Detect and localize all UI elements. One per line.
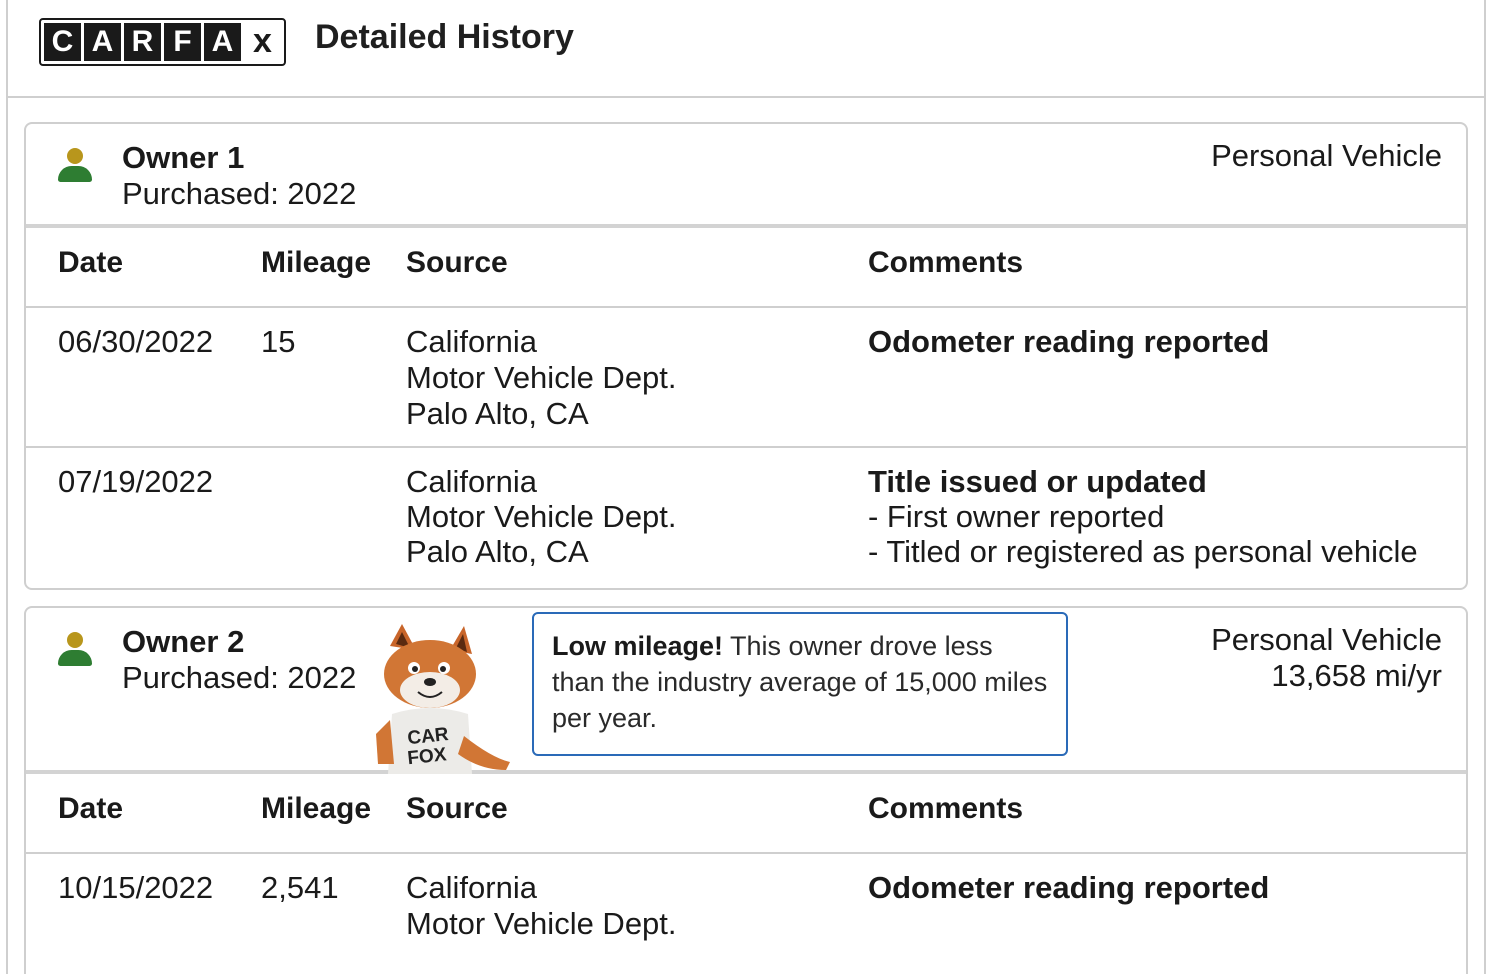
table-row: 07/19/2022 California Motor Vehicle Dept… [26,448,1466,586]
logo-letter: C [44,23,81,61]
col-comments: Comments [868,246,1024,279]
carfox-mascot-icon: CAR FOX [376,624,510,774]
row-mileage: 15 [261,324,296,359]
owner-card-2: Owner 2 Purchased: 2022 CAR FOX Low mile… [24,606,1468,974]
owner-card-1: Owner 1 Purchased: 2022 Personal Vehicle… [24,122,1468,590]
vehicle-type: Personal Vehicle [1211,138,1442,173]
carfax-logo[interactable]: C A R F A x [39,18,286,66]
miles-per-year: 13,658 mi/yr [1271,658,1442,693]
col-source: Source [406,246,508,279]
row-date: 10/15/2022 [58,870,214,905]
row-comments: Odometer reading reported [868,870,1270,905]
row-date: 07/19/2022 [58,464,214,499]
logo-letter: R [124,23,161,61]
table-row: 06/30/2022 15 California Motor Vehicle D… [26,308,1466,448]
logo-letter: A [84,23,121,61]
col-date: Date [58,246,124,279]
row-comments: Odometer reading reported [868,324,1270,359]
person-icon [58,148,92,184]
page-title: Detailed History [315,18,574,56]
logo-letter: A [204,23,241,61]
owner-header: Owner 1 Purchased: 2022 Personal Vehicle [26,124,1466,228]
row-source: California Motor Vehicle Dept. Palo Alto… [406,324,677,431]
header: C A R F A x Detailed History [6,0,1486,98]
table-header: Date Mileage Source Comments [26,228,1466,308]
owner-name: Owner 1 [122,140,245,175]
owner-purchased: Purchased: 2022 [122,176,357,211]
callout-bold: Low mileage! [552,631,724,661]
col-mileage: Mileage [261,246,372,279]
row-source: California Motor Vehicle Dept. Palo Alto… [406,464,677,569]
logo-letter: x [244,22,281,61]
owner-name: Owner 2 [122,624,245,659]
owner-header: Owner 2 Purchased: 2022 CAR FOX Low mile… [26,608,1466,774]
low-mileage-callout: Low mileage! This owner drove less than … [532,612,1068,756]
vehicle-type: Personal Vehicle 13,658 mi/yr [1211,622,1442,693]
col-date: Date [58,792,124,825]
row-mileage: 2,541 [261,870,339,905]
row-comments: Title issued or updated - First owner re… [868,464,1418,569]
row-source: California Motor Vehicle Dept. [406,870,677,941]
table-header: Date Mileage Source Comments [26,774,1466,854]
logo-letter: F [164,23,201,61]
col-mileage: Mileage [261,792,372,825]
row-date: 06/30/2022 [58,324,214,359]
owner-purchased: Purchased: 2022 [122,660,357,695]
person-icon [58,632,92,668]
col-comments: Comments [868,792,1024,825]
table-row: 10/15/2022 2,541 California Motor Vehicl… [26,854,1466,974]
col-source: Source [406,792,508,825]
svg-text:FOX: FOX [406,744,447,769]
